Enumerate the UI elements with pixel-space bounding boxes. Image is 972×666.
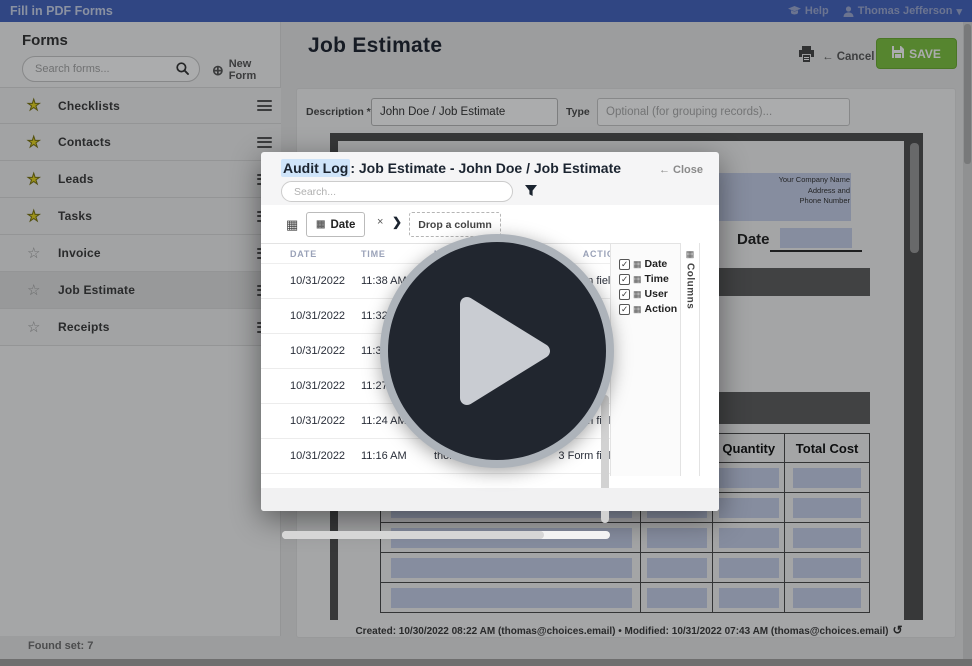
table-horizontal-scrollbar[interactable] xyxy=(282,531,610,539)
chip-remove-icon[interactable]: × xyxy=(377,216,383,228)
grid-icon: ▦ xyxy=(633,289,642,300)
grid-icon: ▦ xyxy=(686,249,695,260)
group-by-icon[interactable]: ▦ xyxy=(286,217,298,233)
column-chip-date[interactable]: ▦ Date xyxy=(306,212,365,237)
columns-panel: ✓ ▦ Date ✓ ▦ Time ✓ ▦ User ✓ ▦ Action xyxy=(610,243,681,476)
modal-footer xyxy=(261,488,719,511)
checkbox-checked-icon: ✓ xyxy=(619,289,630,300)
video-progress-bar xyxy=(0,659,972,666)
checkbox-checked-icon: ✓ xyxy=(619,259,630,270)
video-play-button[interactable] xyxy=(380,234,614,468)
chip-label: Date xyxy=(330,219,355,231)
columns-tab[interactable]: ▦ Columns xyxy=(681,243,700,476)
col-header-time[interactable]: TIME xyxy=(361,249,434,259)
modal-title-highlight: Audit Log xyxy=(281,159,350,177)
modal-title-rest: : Job Estimate - John Doe / Job Estimate xyxy=(350,160,621,176)
close-button[interactable]: ← Close xyxy=(659,164,703,176)
audit-search-input[interactable] xyxy=(281,181,513,202)
play-icon xyxy=(459,296,551,406)
grid-icon: ▦ xyxy=(633,259,642,270)
grid-icon: ▦ xyxy=(316,219,325,230)
drop-column-zone[interactable]: Drop a column xyxy=(409,212,501,237)
column-toggle-action[interactable]: ✓ ▦ Action xyxy=(619,303,680,315)
column-toggle-user[interactable]: ✓ ▦ User xyxy=(619,288,680,300)
column-toggle-date[interactable]: ✓ ▦ Date xyxy=(619,258,680,270)
columns-tab-label: Columns xyxy=(685,263,696,309)
checkbox-checked-icon: ✓ xyxy=(619,274,630,285)
grid-icon: ▦ xyxy=(633,274,642,285)
grid-icon: ▦ xyxy=(633,304,642,315)
chevron-right-icon: ❯ xyxy=(392,215,402,229)
checkbox-checked-icon: ✓ xyxy=(619,304,630,315)
column-toggle-time[interactable]: ✓ ▦ Time xyxy=(619,273,680,285)
filter-icon[interactable] xyxy=(524,184,538,203)
modal-title: Audit Log: Job Estimate - John Doe / Job… xyxy=(281,160,621,176)
col-header-date[interactable]: DATE xyxy=(290,249,361,259)
